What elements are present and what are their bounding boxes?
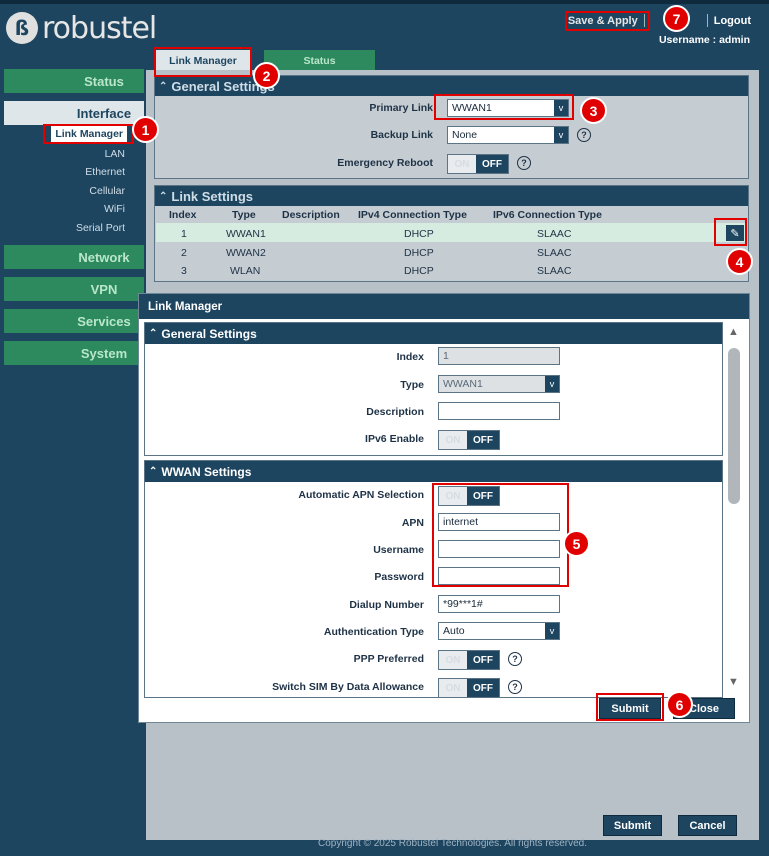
- index-field[interactable]: 1: [438, 347, 560, 365]
- robustel-logo: ß robustel: [6, 8, 157, 48]
- modal-wwan-header: ⌃ WWAN Settings: [145, 461, 722, 482]
- col-index: Index: [169, 209, 197, 221]
- cell: WWAN1: [226, 228, 266, 240]
- collapse-caret-icon[interactable]: ⌃: [159, 81, 167, 92]
- emergency-reboot-toggle[interactable]: ON OFF: [447, 154, 509, 174]
- modal-general-panel: ⌃ General Settings: [144, 322, 723, 456]
- cell: 1: [181, 228, 187, 240]
- cell: SLAAC: [537, 228, 572, 240]
- sidebar-vpn[interactable]: VPN: [4, 277, 144, 301]
- logout-link[interactable]: Logout: [714, 15, 751, 27]
- password-label: Password: [374, 571, 424, 583]
- annotation-badge-2: 2: [253, 62, 280, 89]
- collapse-caret-icon[interactable]: ⌃: [149, 328, 157, 339]
- scroll-down-icon[interactable]: ▼: [728, 676, 739, 688]
- annotation-badge-6: 6: [666, 691, 693, 718]
- dialup-number-field[interactable]: *99***1#: [438, 595, 560, 613]
- sidebar-item-cellular[interactable]: Cellular: [89, 185, 125, 197]
- type-label: Type: [400, 379, 424, 391]
- footer-copyright: Copyright © 2025 Robustel Technologies. …: [318, 838, 587, 849]
- description-field[interactable]: [438, 402, 560, 420]
- ipv6-enable-toggle[interactable]: ON OFF: [438, 430, 500, 450]
- annotation-box: [714, 218, 747, 246]
- cell: SLAAC: [537, 265, 572, 277]
- auth-type-label: Authentication Type: [323, 626, 424, 638]
- modal-title: Link Manager: [139, 294, 749, 319]
- backup-link-label: Backup Link: [370, 129, 433, 141]
- ppp-preferred-toggle[interactable]: ON OFF: [438, 650, 500, 670]
- help-icon[interactable]: ?: [508, 680, 522, 694]
- annotation-badge-5: 5: [563, 530, 590, 557]
- divider: [706, 14, 708, 27]
- auto-apn-label: Automatic APN Selection: [298, 489, 424, 501]
- annotation-box: [434, 94, 574, 120]
- backup-link-select[interactable]: None v: [447, 126, 569, 144]
- chevron-down-icon: v: [545, 376, 559, 392]
- annotation-box: [43, 124, 134, 144]
- sidebar-item-ethernet[interactable]: Ethernet: [85, 166, 125, 178]
- cell: WWAN2: [226, 247, 266, 259]
- col-ipv6: IPv6 Connection Type: [493, 209, 602, 221]
- cell: DHCP: [404, 265, 434, 277]
- username-line: Username : admin: [658, 34, 750, 46]
- help-icon[interactable]: ?: [577, 128, 591, 142]
- username-label: Username: [373, 544, 424, 556]
- dialup-number-label: Dialup Number: [349, 599, 424, 611]
- page-cancel-button[interactable]: Cancel: [678, 815, 737, 836]
- primary-link-label: Primary Link: [369, 102, 433, 114]
- emergency-reboot-label: Emergency Reboot: [337, 157, 433, 169]
- cell: 3: [181, 265, 187, 277]
- cell: SLAAC: [537, 247, 572, 259]
- sidebar-status[interactable]: Status: [4, 69, 144, 93]
- annotation-box: [154, 47, 252, 77]
- type-select[interactable]: WWAN1 v: [438, 375, 560, 393]
- sidebar-system[interactable]: System: [4, 341, 144, 365]
- annotation-box: [596, 693, 664, 721]
- link-settings-header: ⌃ Link Settings: [155, 186, 748, 206]
- auth-type-select[interactable]: Auto v: [438, 622, 560, 640]
- sidebar-interface[interactable]: Interface: [4, 101, 144, 125]
- sidebar-services[interactable]: Services: [4, 309, 144, 333]
- logo-mark-icon: ß: [6, 12, 38, 44]
- annotation-badge-1: 1: [132, 116, 159, 143]
- sidebar-network[interactable]: Network: [4, 245, 144, 269]
- cell: DHCP: [404, 228, 434, 240]
- ppp-preferred-label: PPP Preferred: [353, 653, 424, 665]
- collapse-caret-icon[interactable]: ⌃: [159, 191, 167, 202]
- annotation-badge-3: 3: [580, 97, 607, 124]
- chevron-down-icon: v: [554, 127, 568, 143]
- modal-general-header: ⌃ General Settings: [145, 323, 722, 344]
- scroll-up-icon[interactable]: ▲: [728, 326, 739, 338]
- col-ipv4: IPv4 Connection Type: [358, 209, 467, 221]
- apn-label: APN: [401, 517, 424, 529]
- collapse-caret-icon[interactable]: ⌃: [149, 466, 157, 477]
- cell: 2: [181, 247, 187, 259]
- page-submit-button[interactable]: Submit: [603, 815, 662, 836]
- ipv6-enable-label: IPv6 Enable: [365, 433, 424, 445]
- help-icon[interactable]: ?: [508, 652, 522, 666]
- logo-text: robustel: [42, 10, 157, 46]
- annotation-box: [565, 11, 650, 31]
- chevron-down-icon: v: [545, 623, 559, 639]
- switch-sim-toggle[interactable]: ON OFF: [438, 678, 500, 698]
- col-type: Type: [232, 209, 256, 221]
- tab-status[interactable]: Status: [264, 50, 375, 71]
- col-description: Description: [282, 209, 340, 221]
- sidebar-item-wifi[interactable]: WiFi: [104, 203, 125, 215]
- cell: WLAN: [230, 265, 261, 277]
- cell: DHCP: [404, 247, 434, 259]
- switch-sim-label: Switch SIM By Data Allowance: [272, 681, 424, 693]
- modal-scrollbar[interactable]: ▲ ▼: [726, 326, 743, 692]
- annotation-box: [432, 483, 569, 587]
- annotation-badge-7: 7: [663, 5, 690, 32]
- general-settings-header: ⌃ General Settings: [155, 76, 748, 96]
- top-strip: [0, 0, 769, 4]
- scroll-thumb[interactable]: [728, 348, 740, 504]
- annotation-badge-4: 4: [726, 248, 753, 275]
- sidebar-item-serial-port[interactable]: Serial Port: [76, 222, 125, 234]
- description-label: Description: [366, 406, 424, 418]
- sidebar-item-lan[interactable]: LAN: [105, 148, 125, 160]
- index-label: Index: [396, 351, 424, 363]
- help-icon[interactable]: ?: [517, 156, 531, 170]
